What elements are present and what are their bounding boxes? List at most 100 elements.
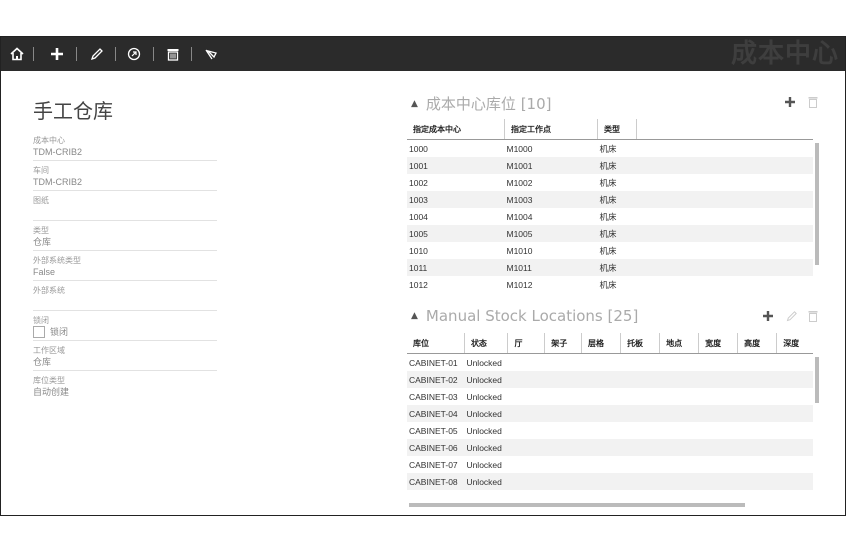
copy-icon[interactable] <box>122 42 146 66</box>
collapse-triangle-icon[interactable]: ▲ <box>411 311 418 321</box>
manual-stock-section-header[interactable]: ▲ Manual Stock Locations [25] <box>411 307 638 325</box>
column-header[interactable]: 指定工作点 <box>504 119 598 140</box>
column-header-filler <box>636 119 813 140</box>
column-header[interactable]: 深度 <box>776 333 813 354</box>
table-row[interactable]: 1012 M1012 机床 <box>407 276 813 293</box>
cell: Unlocked <box>464 439 508 456</box>
cell: M1012 <box>506 279 533 290</box>
field-type: 类型 仓库 <box>33 224 217 251</box>
cell: Unlocked <box>466 459 502 470</box>
cell: CABINET-02 <box>407 371 465 388</box>
app-window: 成本中心 手工仓库 成本中心 TDM-CRIB2 车间 TDM-CRIB2 图纸… <box>0 36 846 516</box>
cell: 机床 <box>597 225 637 242</box>
table-row[interactable]: 1002 M1002 机床 <box>407 174 813 191</box>
cell: CABINET-03 <box>409 391 458 402</box>
toolbar-separator <box>33 47 34 61</box>
table-row[interactable]: 1004 M1004 机床 <box>407 208 813 225</box>
column-header[interactable]: 高度 <box>737 333 778 354</box>
table-row[interactable]: 1011 M1011 机床 <box>407 259 813 276</box>
edit-icon[interactable] <box>785 309 799 323</box>
table-row[interactable]: CABINET-03 Unlocked <box>407 388 813 405</box>
trash-icon[interactable] <box>161 42 185 66</box>
cell: Unlocked <box>464 405 508 422</box>
column-header[interactable]: 状态 <box>464 333 509 354</box>
pencil-icon[interactable] <box>85 42 109 66</box>
field-label: 成本中心 <box>33 136 65 145</box>
column-header[interactable]: 指定成本中心 <box>407 119 505 140</box>
field-external-system-type: 外部系统类型 False <box>33 254 217 281</box>
field-workshop: 车间 TDM-CRIB2 <box>33 164 217 191</box>
eraser-icon[interactable] <box>199 42 223 66</box>
field-value[interactable]: 仓库 <box>33 356 217 368</box>
column-header[interactable]: 类型 <box>597 119 637 140</box>
cell: M1005 <box>504 225 598 242</box>
table-row[interactable]: 1001 M1001 机床 <box>407 157 813 174</box>
field-value[interactable]: 仓库 <box>33 236 217 248</box>
delete-icon[interactable] <box>807 95 819 109</box>
table-row[interactable]: CABINET-06 Unlocked <box>407 439 813 456</box>
field-value[interactable]: TDM-CRIB2 <box>33 146 217 158</box>
collapse-triangle-icon[interactable]: ▲ <box>411 99 418 109</box>
cell: 1011 <box>407 259 505 276</box>
field-label: 类型 <box>33 226 49 235</box>
cell: CABINET-05 <box>409 425 458 436</box>
cell: Unlocked <box>466 391 502 402</box>
cell: CABINET-07 <box>409 459 458 470</box>
cost-center-section-header[interactable]: ▲ 成本中心库位 [10] <box>411 93 551 114</box>
column-header[interactable]: 层格 <box>581 333 622 354</box>
cost-center-table: 指定成本中心 指定工作点 类型 1000 M1000 机床 1001 M1001 机床 … <box>407 119 813 293</box>
table-row[interactable]: CABINET-08 Unlocked <box>407 473 813 490</box>
toolbar-separator <box>191 47 192 61</box>
table-row[interactable]: CABINET-02 Unlocked <box>407 371 813 388</box>
vertical-scrollbar[interactable] <box>815 143 819 265</box>
column-header[interactable]: 厅 <box>507 333 546 354</box>
cell: 机床 <box>597 259 637 276</box>
table-row[interactable]: CABINET-07 Unlocked <box>407 456 813 473</box>
field-external-system: 外部系统 <box>33 284 217 311</box>
cell: Unlocked <box>464 473 508 490</box>
cell: 机床 <box>597 157 637 174</box>
locked-checkbox[interactable] <box>33 326 45 338</box>
add-icon[interactable] <box>761 309 775 323</box>
add-icon[interactable] <box>783 95 797 109</box>
table-row[interactable]: 1000 M1000 机床 <box>407 140 813 158</box>
field-locked: 锁闭 锁闭 <box>33 314 217 341</box>
field-label: 库位类型 <box>33 376 65 385</box>
field-location-type: 库位类型 自动创建 <box>33 374 217 400</box>
field-label: 工作区域 <box>33 346 65 355</box>
table-row[interactable]: 1003 M1003 机床 <box>407 191 813 208</box>
cell: M1004 <box>506 211 533 222</box>
home-icon[interactable] <box>5 42 29 66</box>
table-row[interactable]: CABINET-05 Unlocked <box>407 422 813 439</box>
cell: Unlocked <box>466 425 502 436</box>
field-value[interactable]: TDM-CRIB2 <box>33 176 217 188</box>
cell: 机床 <box>599 279 617 290</box>
delete-icon[interactable] <box>807 309 819 323</box>
cell: CABINET-01 <box>409 357 458 368</box>
plus-icon[interactable] <box>45 42 69 66</box>
column-header[interactable]: 架子 <box>544 333 583 354</box>
cell: M1010 <box>506 245 533 256</box>
horizontal-scrollbar[interactable] <box>409 503 745 507</box>
manual-stock-table: 库位 状态 厅 架子 层格 托板 地点 宽度 高度 深度 CABINET-01 U… <box>407 333 813 490</box>
detail-panel: 手工仓库 成本中心 TDM-CRIB2 车间 TDM-CRIB2 图纸 类型 仓… <box>33 95 217 403</box>
field-value[interactable]: 自动创建 <box>33 386 217 398</box>
column-header[interactable]: 地点 <box>659 333 700 354</box>
table-row[interactable]: 1010 M1010 机床 <box>407 242 813 259</box>
cell: 机床 <box>599 211 617 222</box>
table-row[interactable]: CABINET-01 Unlocked <box>407 354 813 372</box>
cell: M1011 <box>504 259 598 276</box>
column-header[interactable]: 宽度 <box>698 333 739 354</box>
cell: 机床 <box>599 245 617 256</box>
field-value[interactable] <box>33 206 217 218</box>
column-header[interactable]: 托板 <box>620 333 661 354</box>
table-row[interactable]: 1005 M1005 机床 <box>407 225 813 242</box>
table-header-row: 库位 状态 厅 架子 层格 托板 地点 宽度 高度 深度 <box>407 333 813 354</box>
vertical-scrollbar[interactable] <box>815 357 819 403</box>
section-title: Manual Stock Locations [25] <box>425 307 639 325</box>
column-header[interactable]: 库位 <box>407 333 465 354</box>
table-row[interactable]: CABINET-04 Unlocked <box>407 405 813 422</box>
field-value[interactable]: False <box>33 266 217 278</box>
toolbar-separator <box>115 47 116 61</box>
field-value[interactable] <box>33 296 217 308</box>
